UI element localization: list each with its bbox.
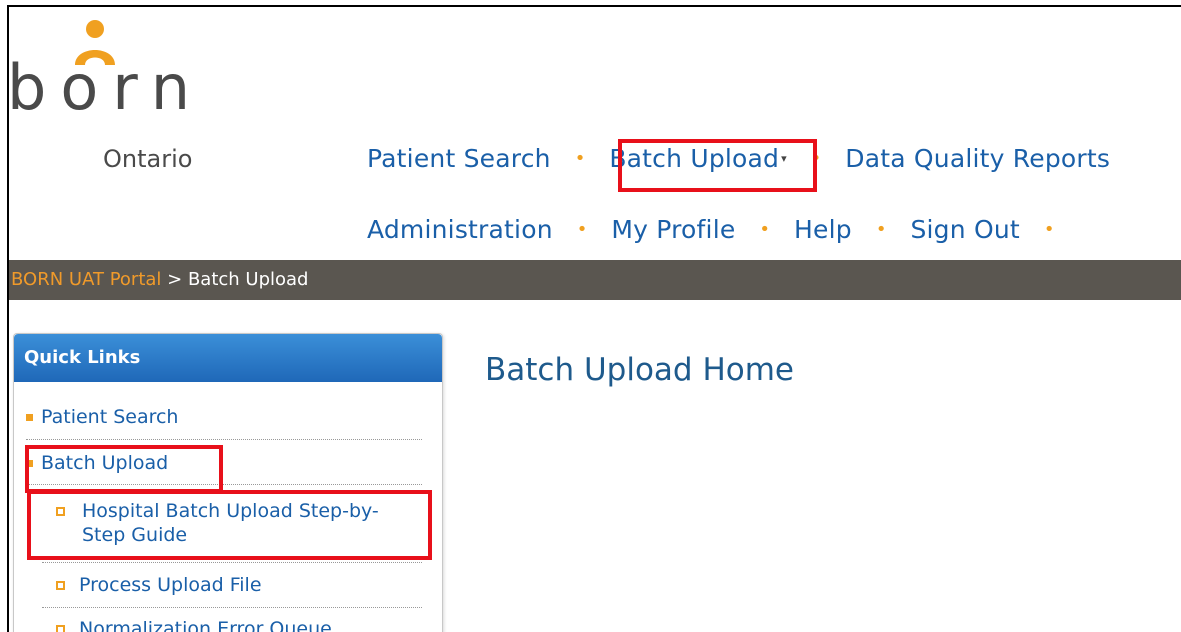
page-title: Batch Upload Home [485,352,794,388]
breadcrumb-root-link[interactable]: BORN UAT Portal [11,269,161,290]
nav-help[interactable]: Help [794,215,852,244]
nav-separator: • [759,219,771,240]
bullet-icon [56,625,65,632]
quick-link-label: Normalization Error Queue [79,618,332,632]
quick-link-patient-search[interactable]: Patient Search [26,406,178,428]
nav-separator: • [1043,219,1055,240]
breadcrumb: BORN UAT Portal > Batch Upload [9,260,1181,300]
quick-link-label: Hospital Batch Upload Step-by-Step Guide [82,500,379,546]
quick-link-batch-upload[interactable]: Batch Upload [26,452,168,474]
nav-data-quality-reports[interactable]: Data Quality Reports [845,144,1110,173]
divider [26,439,422,440]
top-nav-row-1: Patient Search • Batch Upload ▾ • Data Qu… [367,144,1110,173]
nav-administration[interactable]: Administration [367,215,553,244]
top-nav-row-2: Administration • My Profile • Help • Sig… [367,215,1079,244]
quick-link-label: Process Upload File [79,574,262,596]
logo-wordmark: born [7,51,204,124]
chevron-down-icon[interactable]: ▾ [781,152,787,165]
bullet-icon [26,414,33,421]
divider [42,562,422,563]
quick-link-label: Batch Upload [41,452,169,474]
divider [42,607,422,608]
nav-separator: • [875,219,887,240]
quick-link-process-upload-file[interactable]: Process Upload File [56,574,262,596]
bullet-icon [56,581,65,590]
nav-separator: • [810,148,822,169]
nav-my-profile[interactable]: My Profile [611,215,735,244]
breadcrumb-current: Batch Upload [187,269,309,290]
quick-links-title: Quick Links [14,334,442,382]
nav-separator: • [576,219,588,240]
logo-subtitle: Ontario [103,145,193,173]
breadcrumb-separator: > [161,269,188,290]
bullet-icon [26,460,33,467]
nav-patient-search[interactable]: Patient Search [367,144,551,173]
born-logo[interactable]: born Ontario [9,19,239,179]
nav-batch-upload[interactable]: Batch Upload [609,144,779,173]
nav-sign-out[interactable]: Sign Out [910,215,1019,244]
quick-links-panel: Quick Links Patient Search Batch Upload … [13,333,443,632]
app-frame: born Ontario Patient Search • Batch Uplo… [7,5,1181,632]
bullet-icon [56,507,65,516]
quick-link-hospital-guide[interactable]: Hospital Batch Upload Step-by-Step Guide [56,499,416,547]
quick-link-label: Patient Search [41,406,179,428]
quick-link-normalization-error-queue[interactable]: Normalization Error Queue [56,618,332,632]
divider [26,484,422,485]
nav-separator: • [574,148,586,169]
